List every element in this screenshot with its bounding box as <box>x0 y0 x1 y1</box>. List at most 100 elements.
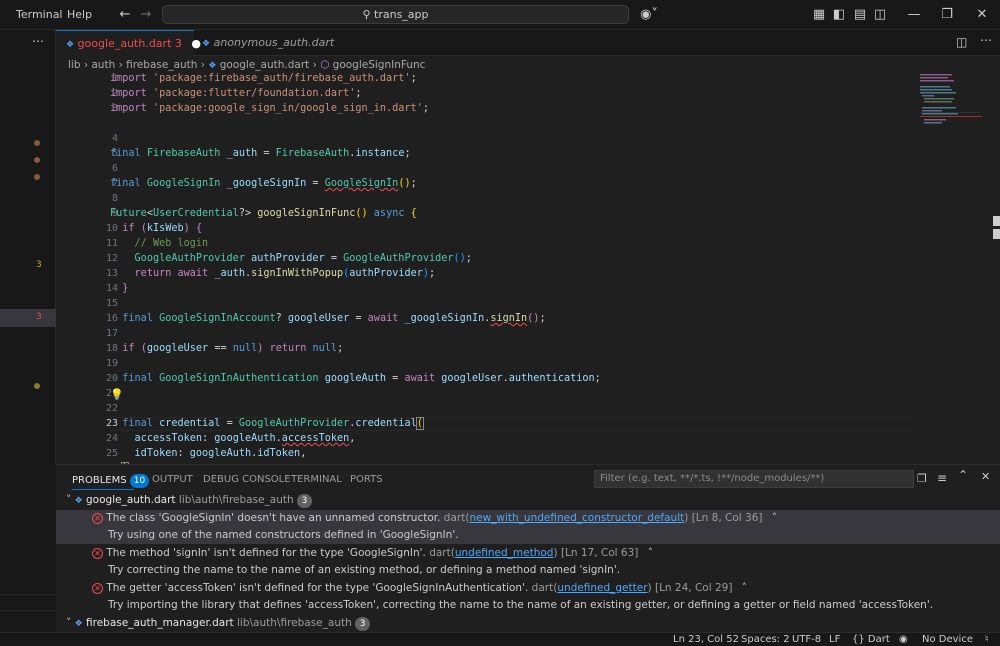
code-line: // Web login <box>134 238 209 249</box>
code-line: final credential = GoogleAuthProvider.cr… <box>122 417 424 430</box>
line-number: 22 <box>105 403 118 414</box>
copilot-icon[interactable]: ◉˅ <box>636 6 662 24</box>
menu-terminal[interactable]: Terminal <box>16 8 63 21</box>
code-line: if (kIsWeb) { <box>122 223 203 234</box>
problem-item[interactable]: ✕ The method 'signIn' isn't defined for … <box>56 545 1000 562</box>
encoding[interactable]: UTF-8 <box>792 634 821 645</box>
problem-message: The getter 'accessToken' isn't defined f… <box>106 582 529 594</box>
language-mode[interactable]: {} Dart <box>852 634 890 645</box>
customize-layout-icon[interactable]: ▦ <box>810 6 828 24</box>
breadcrumb: lib › auth › firebase_auth › ❖ google_au… <box>68 59 426 71</box>
code-line: } <box>122 283 129 294</box>
line-number: 1 <box>111 73 118 84</box>
chevron-up-icon[interactable]: ˄ <box>648 547 653 559</box>
problem-source: dart <box>531 582 554 594</box>
minimize-icon[interactable]: — <box>905 6 923 24</box>
tab-debug-console[interactable]: DEBUG CONSOLE <box>203 474 291 485</box>
chevron-down-icon: ˅ <box>66 494 72 506</box>
error-icon: ✕ <box>92 582 103 594</box>
file-path: lib\auth\firebase_auth <box>178 494 294 506</box>
problem-hint: Try using one of the named constructors … <box>56 527 1000 544</box>
breadcrumb-item[interactable]: firebase_auth <box>126 59 197 71</box>
selected-file-row[interactable] <box>0 309 56 327</box>
minimap[interactable] <box>916 72 1000 464</box>
code-line: final GoogleSignIn _googleSignIn = Googl… <box>110 178 417 189</box>
line-number: 19 <box>105 358 118 369</box>
breadcrumb-item[interactable]: lib <box>68 59 81 71</box>
sidebar-edge-lower <box>0 464 56 632</box>
split-editor-icon[interactable]: ◫ <box>956 35 967 49</box>
line-number: 10 <box>105 223 118 234</box>
toggle-secondary-sidebar-icon[interactable]: ◫ <box>871 6 889 24</box>
tab-problem-count: 3 <box>174 37 182 50</box>
indentation[interactable]: Spaces: 2 <box>741 634 790 645</box>
code-line: import 'package:google_sign_in/google_si… <box>110 103 429 114</box>
tab-terminal[interactable]: TERMINAL <box>291 474 342 485</box>
title-bar: Terminal Help ← → ⚲ trans_app ◉˅ ▦ ◧ ▤ ◫… <box>0 0 1000 30</box>
code-editor[interactable]: 1 2 3 4 5 6 7 8 9 10 11 12 13 14 15 16 1… <box>56 72 916 464</box>
chevron-up-icon[interactable]: ˄ <box>772 512 777 524</box>
error-icon: ✕ <box>92 547 103 559</box>
line-number: 14 <box>105 283 118 294</box>
dart-file-icon: ❖ <box>208 61 217 71</box>
line-number: 20 <box>105 373 118 384</box>
code-line: if (googleUser == null) return null; <box>122 343 344 354</box>
dart-file-icon: ❖ <box>66 40 75 50</box>
line-number: 23 <box>105 418 118 429</box>
copilot-status-icon[interactable]: ◉ <box>899 634 908 645</box>
problem-item[interactable]: ✕ The getter 'accessToken' isn't defined… <box>56 580 1000 597</box>
view-as-list-icon[interactable]: ≡ <box>937 471 947 485</box>
file-problem-count: 3 <box>355 617 371 631</box>
forward-arrow-icon[interactable]: → <box>137 6 155 24</box>
problem-hint: Try correcting the name to the name of a… <box>56 562 1000 579</box>
problem-code-link[interactable]: undefined_method <box>455 547 554 559</box>
back-arrow-icon[interactable]: ← <box>116 6 134 24</box>
breadcrumb-item[interactable]: googleSignInFunc <box>333 59 426 71</box>
modified-marker <box>34 174 40 180</box>
problem-location: [Ln 24, Col 29] <box>654 582 733 594</box>
problem-file-row[interactable]: ˅ ❖ firebase_auth_manager.dart lib\auth\… <box>56 615 1000 632</box>
close-window-icon[interactable]: ✕ <box>973 6 991 24</box>
problem-code-link[interactable]: undefined_getter <box>557 582 647 594</box>
toggle-primary-sidebar-icon[interactable]: ◧ <box>830 6 848 24</box>
hint-text: Try importing the library that defines '… <box>108 599 934 611</box>
modified-marker <box>34 157 40 163</box>
tab-problems[interactable]: PROBLEMS 10 <box>72 474 150 488</box>
line-number: 25 <box>105 448 118 459</box>
scrollbar-marker <box>993 229 1000 239</box>
dart-file-icon: ❖ <box>202 39 211 49</box>
breadcrumb-item[interactable]: auth <box>91 59 115 71</box>
lightbulb-icon[interactable]: 💡 <box>110 388 124 401</box>
toggle-panel-icon[interactable]: ▤ <box>851 6 869 24</box>
more-actions-icon[interactable]: ⋯ <box>32 34 44 48</box>
filter-placeholder: Filter (e.g. text, **/*.ts, !**/node_mod… <box>600 473 825 484</box>
collapse-all-icon[interactable]: ❐ <box>917 472 927 485</box>
search-text: trans_app <box>374 8 429 21</box>
problem-file-row[interactable]: ˅ ❖ google_auth.dart lib\auth\firebase_a… <box>56 492 1000 509</box>
command-center-search[interactable]: ⚲ trans_app <box>162 5 629 24</box>
breadcrumb-item[interactable]: google_auth.dart <box>220 59 310 71</box>
line-endings[interactable]: LF <box>829 634 840 645</box>
more-actions-icon[interactable]: ⋯ <box>980 33 992 47</box>
problems-filter-input[interactable]: Filter (e.g. text, **/*.ts, !**/node_mod… <box>594 470 914 488</box>
tab-output[interactable]: OUTPUT <box>152 474 193 485</box>
chevron-up-icon[interactable]: ˄ <box>742 582 747 594</box>
hint-text: Try correcting the name to the name of a… <box>108 564 621 576</box>
line-number: 13 <box>105 268 118 279</box>
cursor-position[interactable]: Ln 23, Col 52 <box>673 634 739 645</box>
tab-anonymous-auth[interactable]: ❖ anonymous_auth.dart <box>194 30 384 56</box>
close-panel-icon[interactable]: ✕ <box>981 470 990 483</box>
notifications-icon[interactable]: ♮ <box>985 634 989 645</box>
restore-icon[interactable]: ❐ <box>938 6 956 24</box>
line-number: 21 <box>105 388 118 399</box>
tab-google-auth[interactable]: ❖ google_auth.dart 3 ● <box>56 30 201 56</box>
problem-code-link[interactable]: new_with_undefined_constructor_default <box>469 512 684 524</box>
tab-ports[interactable]: PORTS <box>350 474 383 485</box>
problem-location: [Ln 17, Col 63] <box>560 547 639 559</box>
device-selector[interactable]: No Device <box>922 634 973 645</box>
problem-item[interactable]: ✕ The class 'GoogleSignIn' doesn't have … <box>56 510 1000 527</box>
problems-count-badge: 10 <box>129 474 150 488</box>
menu-help[interactable]: Help <box>67 8 92 21</box>
maximize-panel-icon[interactable]: ⌃ <box>958 468 968 482</box>
hint-text: Try using one of the named constructors … <box>108 529 459 541</box>
